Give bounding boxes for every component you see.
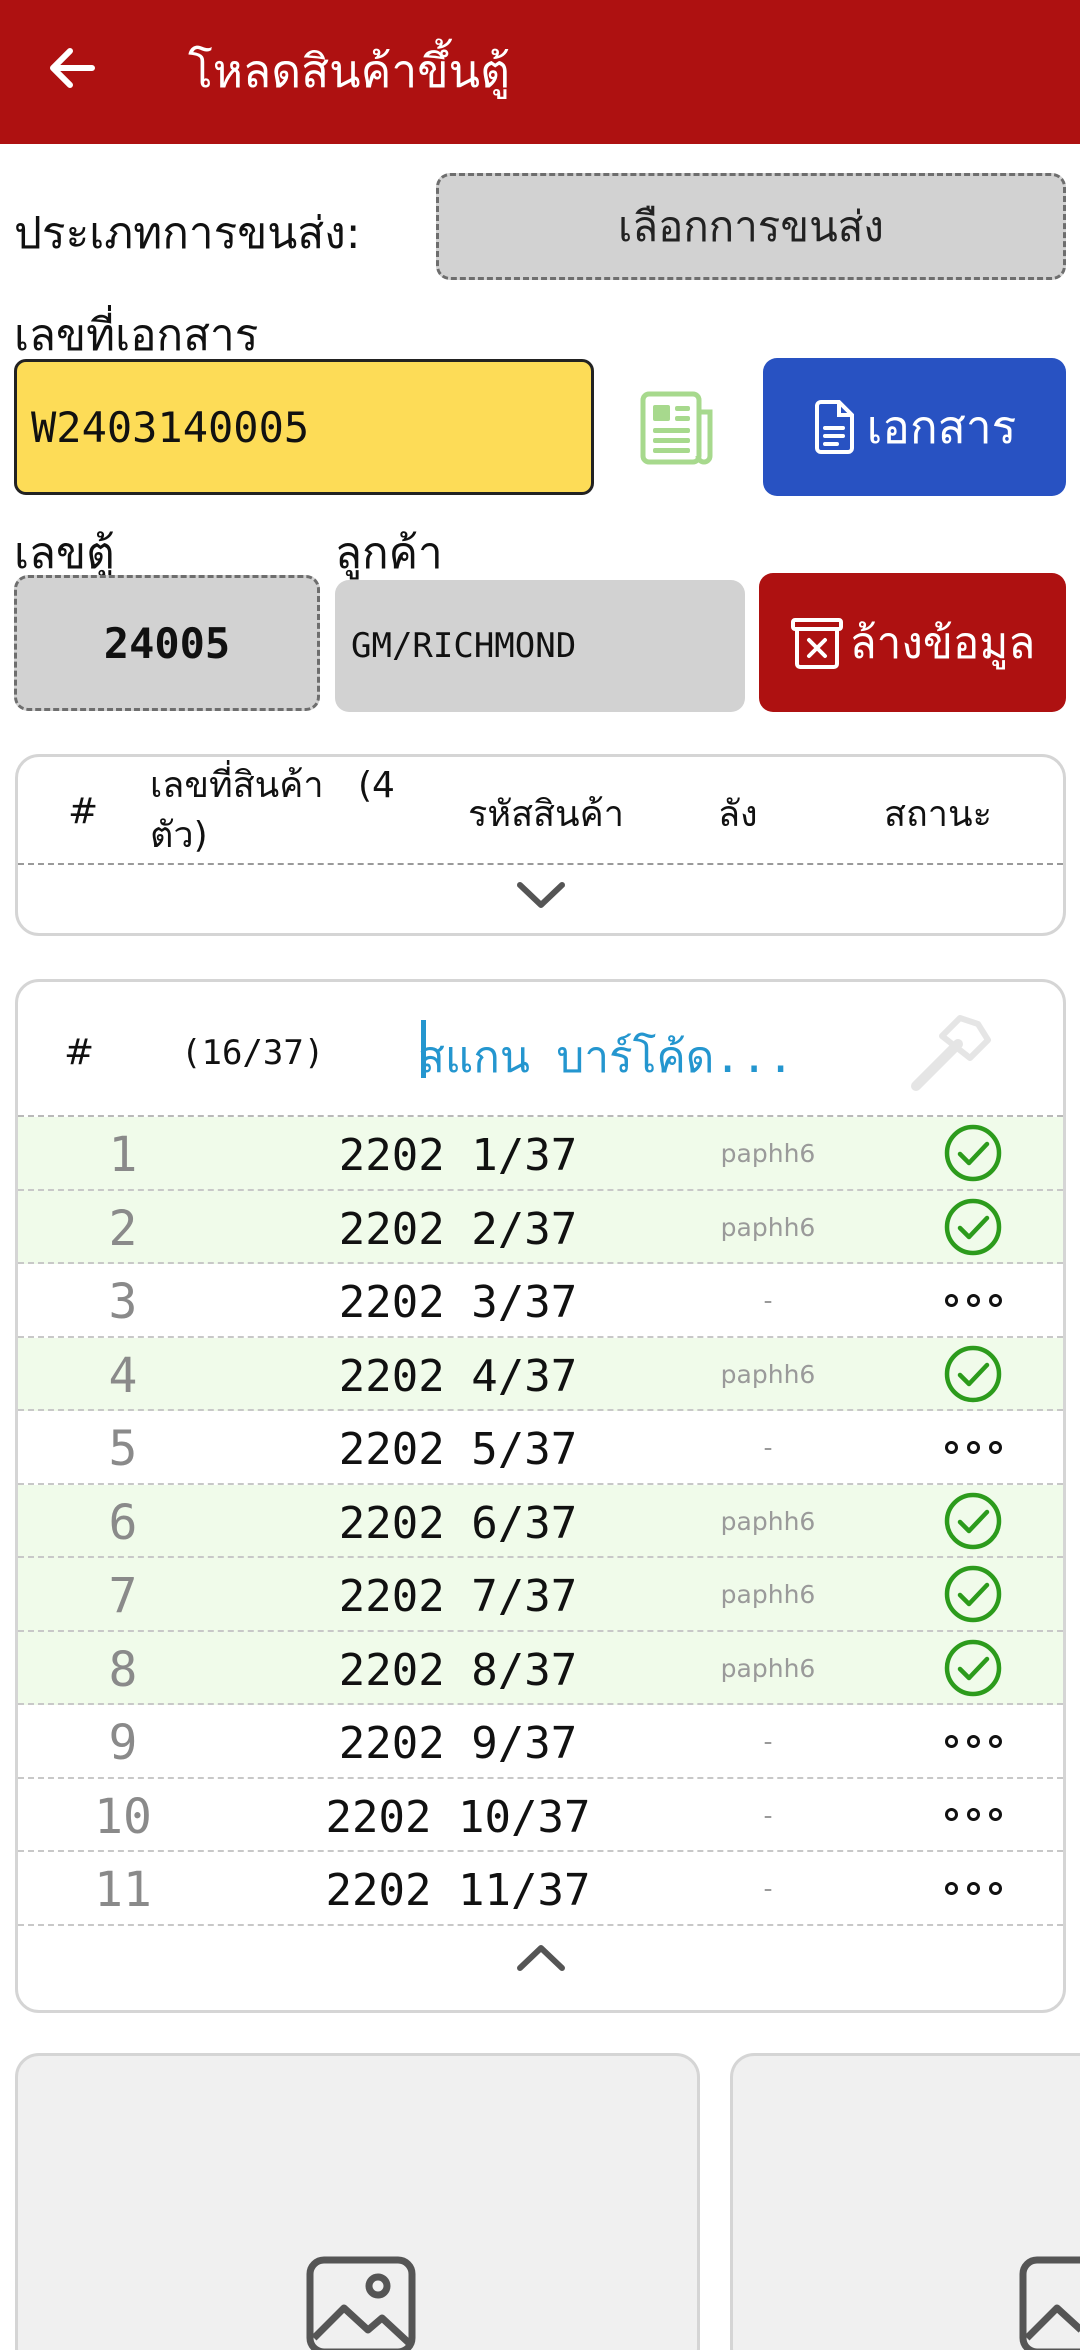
product-table: # เลขที่สินค้า (4 ตัว) รหัสสินค้า ลัง สถ…	[15, 754, 1066, 936]
barcode-scan-input[interactable]: สแกน บาร์โค้ด...	[418, 1022, 794, 1092]
header-divider	[18, 863, 1063, 865]
scan-row[interactable]: 11 2202 11/37 -	[18, 1852, 1063, 1926]
row-number: 8	[108, 1641, 138, 1698]
row-box: -	[763, 1433, 773, 1462]
product-count: (4	[358, 765, 395, 806]
scan-row[interactable]: 10 2202 10/37 -	[18, 1779, 1063, 1852]
more-dots-icon	[898, 1270, 1048, 1330]
row-number: 4	[108, 1347, 138, 1404]
shipping-type-select[interactable]: เลือกการขนส่ง	[436, 173, 1066, 280]
document-number-label: เลขที่เอกสาร	[14, 310, 259, 361]
row-number: 3	[108, 1274, 138, 1330]
expand-button[interactable]	[18, 879, 1063, 911]
row-barcode: 2202 2/37	[338, 1203, 578, 1255]
clear-data-label: ล้างข้อมูล	[849, 617, 1036, 669]
row-box: paphh6	[720, 1212, 816, 1242]
col-header-product-no: เลขที่สินค้า	[150, 765, 324, 806]
scan-row[interactable]: 6 2202 6/37 paphh6	[18, 1484, 1063, 1558]
row-box: paphh6	[720, 1653, 816, 1683]
chevron-down-icon	[516, 882, 565, 908]
newspaper-icon[interactable]	[640, 390, 716, 466]
row-barcode: 2202 6/37	[338, 1497, 578, 1549]
page-title: โหลดสินค้าขึ้นตู้	[188, 44, 510, 98]
container-label: เลขตู้	[14, 528, 115, 579]
more-dots-icon	[898, 1711, 1048, 1771]
row-number: 6	[108, 1494, 138, 1551]
document-button-label: เอกสาร	[866, 399, 1017, 454]
scan-row[interactable]: 5 2202 5/37 -	[18, 1411, 1063, 1485]
document-number-input[interactable]: W2403140005	[14, 359, 594, 495]
row-number: 5	[108, 1421, 138, 1477]
scan-row[interactable]: 2 2202 2/37 paphh6	[18, 1190, 1063, 1264]
row-box: -	[763, 1727, 773, 1756]
customer-field: GM/RICHMOND	[335, 580, 745, 712]
row-number: 7	[108, 1568, 138, 1624]
container-number-field[interactable]: 24005	[14, 575, 320, 711]
col-header-status: สถานะ	[884, 794, 992, 835]
customer-label: ลูกค้า	[335, 528, 443, 579]
row-barcode: 2202 4/37	[338, 1350, 578, 1402]
check-circle-icon	[898, 1197, 1048, 1257]
chevron-up-icon	[516, 1945, 565, 1971]
clear-data-button[interactable]: ล้างข้อมูล	[759, 573, 1066, 712]
more-dots-icon	[898, 1858, 1048, 1918]
scan-row[interactable]: 9 2202 9/37 -	[18, 1705, 1063, 1779]
row-barcode: 2202 8/37	[338, 1644, 578, 1696]
clear-box-icon	[790, 617, 843, 669]
row-barcode: 2202 3/37	[338, 1277, 578, 1328]
row-number: 2	[108, 1200, 138, 1257]
col-header-product-code: รหัสสินค้า	[468, 794, 624, 835]
file-icon	[814, 400, 854, 454]
row-barcode: 2202 7/37	[338, 1571, 578, 1622]
row-number: 11	[94, 1862, 152, 1918]
row-box: paphh6	[720, 1506, 816, 1536]
scan-progress: (16/37)	[181, 1033, 325, 1073]
scan-row[interactable]: 7 2202 7/37 paphh6	[18, 1558, 1063, 1632]
scan-row[interactable]: 8 2202 8/37 paphh6	[18, 1631, 1063, 1705]
row-barcode: 2202 1/37	[338, 1130, 578, 1181]
more-dots-icon	[898, 1785, 1048, 1845]
check-circle-icon	[898, 1638, 1048, 1698]
check-circle-icon	[898, 1491, 1048, 1551]
col-header-number: #	[68, 791, 99, 832]
more-dots-icon	[898, 1417, 1048, 1477]
row-number: 1	[108, 1127, 138, 1183]
row-box: -	[763, 1286, 773, 1315]
scan-row[interactable]: 4 2202 4/37 paphh6	[18, 1337, 1063, 1411]
scan-col-number: #	[64, 1032, 95, 1073]
row-box: paphh6	[720, 1580, 816, 1609]
row-box: -	[763, 1800, 773, 1830]
row-box: paphh6	[720, 1359, 816, 1389]
image-placeholder-icon	[1019, 2256, 1080, 2350]
collapse-button[interactable]	[18, 1942, 1063, 1974]
row-box: paphh6	[720, 1139, 816, 1168]
photo-slot-2[interactable]	[730, 2053, 1080, 2350]
document-button[interactable]: เอกสาร	[763, 358, 1066, 496]
check-circle-icon	[898, 1564, 1048, 1624]
shipping-type-label: ประเภทการขนส่ง:	[14, 208, 361, 259]
row-number: 9	[108, 1715, 138, 1771]
product-count-suffix: ตัว)	[150, 815, 208, 856]
row-barcode: 2202 10/37	[325, 1791, 591, 1843]
hammer-icon[interactable]	[908, 1010, 992, 1094]
check-circle-icon	[898, 1123, 1048, 1183]
scan-row[interactable]: 1 2202 1/37 paphh6	[18, 1117, 1063, 1191]
scan-header: # (16/37) สแกน บาร์โค้ด...	[18, 982, 1063, 1117]
back-button[interactable]	[40, 36, 104, 100]
row-barcode: 2202 9/37	[338, 1718, 578, 1769]
scan-row[interactable]: 3 2202 3/37 -	[18, 1264, 1063, 1338]
photo-slot-1[interactable]	[15, 2053, 700, 2350]
row-number: 10	[94, 1788, 152, 1845]
scan-panel: # (16/37) สแกน บาร์โค้ด... 1 2202 1/37 pap…	[15, 979, 1066, 2013]
image-placeholder-icon	[306, 2256, 416, 2350]
check-circle-icon	[898, 1344, 1048, 1404]
row-box: -	[763, 1874, 773, 1903]
arrow-left-icon	[50, 48, 95, 88]
app-bar: โหลดสินค้าขึ้นตู้	[0, 0, 1080, 144]
row-barcode: 2202 5/37	[338, 1424, 578, 1475]
row-barcode: 2202 11/37	[325, 1865, 591, 1916]
scan-list: 1 2202 1/37 paphh6 2 2202 2/37 paphh6 3 2202 3/…	[18, 1117, 1063, 1926]
col-header-box: ลัง	[718, 794, 758, 835]
